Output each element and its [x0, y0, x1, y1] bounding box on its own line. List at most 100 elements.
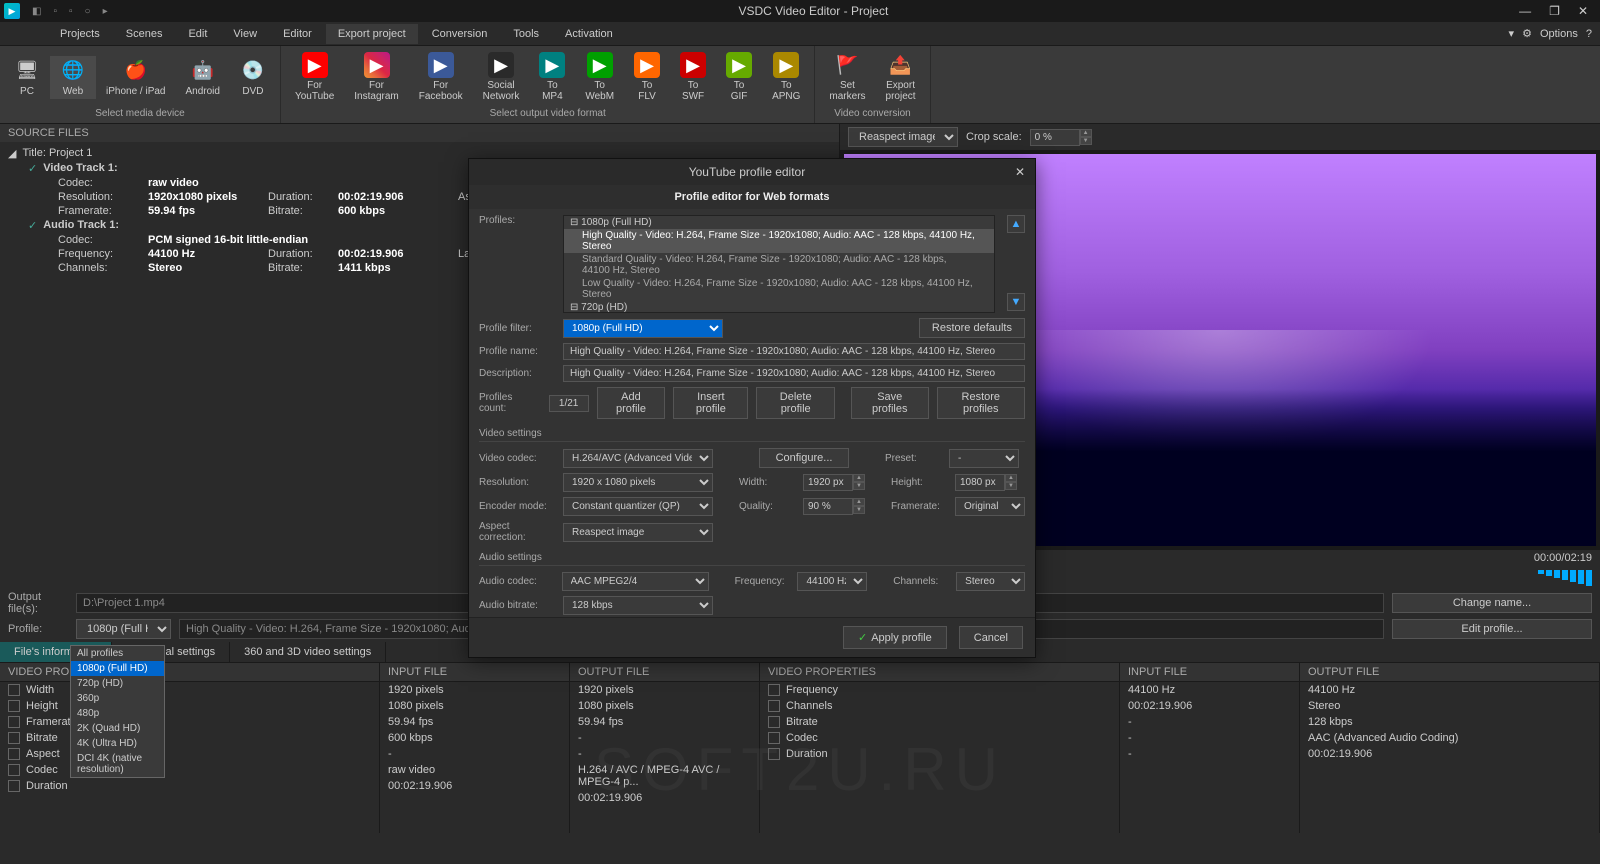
menu-scenes[interactable]: Scenes — [114, 24, 175, 44]
checkbox[interactable] — [8, 764, 20, 776]
format-youtube[interactable]: ▶ForYouTube — [285, 50, 344, 104]
restore-profiles-button[interactable]: Restore profiles — [937, 387, 1025, 419]
qa-save-icon[interactable]: ▫ — [69, 6, 73, 17]
description-input[interactable] — [563, 365, 1025, 382]
profile-item[interactable]: Low Quality - Video: H.264, Frame Size -… — [564, 277, 994, 301]
menu-tools[interactable]: Tools — [501, 24, 551, 44]
aspect-correction-select[interactable]: Reaspect image — [563, 523, 713, 542]
crop-spinner[interactable]: ▲▼ — [1030, 129, 1092, 146]
checkbox[interactable] — [768, 700, 780, 712]
move-down-button[interactable]: ▼ — [1007, 293, 1025, 311]
minimize-button[interactable]: — — [1519, 4, 1531, 18]
dropdown-option[interactable]: 1080p (Full HD) — [71, 661, 164, 676]
edit-profile-button[interactable]: Edit profile... — [1392, 619, 1592, 639]
cancel-button[interactable]: Cancel — [959, 626, 1023, 649]
qa-new-icon[interactable]: ◧ — [32, 6, 41, 17]
profile-item[interactable]: Standard Quality - Video: H.264, Frame S… — [564, 253, 994, 277]
profile-dropdown[interactable]: All profiles1080p (Full HD)720p (HD)360p… — [70, 645, 165, 778]
dropdown-option[interactable]: 360p — [71, 691, 164, 706]
apply-profile-button[interactable]: ✓Apply profile — [843, 626, 947, 649]
format-webm[interactable]: ▶ToWebM — [575, 50, 624, 104]
format-swf[interactable]: ▶ToSWF — [670, 50, 716, 104]
dropdown-option[interactable]: 4K (Ultra HD) — [71, 736, 164, 751]
resolution-select[interactable]: 1920 x 1080 pixels — [563, 473, 713, 492]
profile-group[interactable]: ⊟ 1080p (Full HD) — [564, 216, 994, 229]
profile-name-input[interactable] — [563, 343, 1025, 360]
prop-row: Codec — [760, 730, 1119, 746]
quality-spinner[interactable]: ▲▼ — [803, 498, 865, 515]
checkbox[interactable] — [8, 716, 20, 728]
checkbox[interactable] — [768, 716, 780, 728]
framerate-select[interactable]: Original — [955, 497, 1025, 516]
menu-activation[interactable]: Activation — [553, 24, 625, 44]
audio-codec-select[interactable]: AAC MPEG2/4 — [562, 572, 709, 591]
dialog-close-icon[interactable]: ✕ — [1015, 165, 1025, 179]
checkbox[interactable] — [8, 780, 20, 792]
format-mp4[interactable]: ▶ToMP4 — [529, 50, 575, 104]
frequency-select[interactable]: 44100 Hz — [797, 572, 867, 591]
restore-defaults-button[interactable]: Restore defaults — [919, 318, 1025, 338]
add-profile-button[interactable]: Add profile — [597, 387, 666, 419]
device-iphoneipad[interactable]: 🍎iPhone / iPad — [96, 56, 176, 99]
conv-markers[interactable]: 🚩Setmarkers — [819, 50, 875, 104]
encoder-mode-select[interactable]: Constant quantizer (QP) — [563, 497, 713, 516]
dropdown-arrow-icon[interactable]: ▾ — [1509, 27, 1515, 40]
device-android[interactable]: 🤖Android — [176, 56, 230, 99]
menu-edit[interactable]: Edit — [176, 24, 219, 44]
dropdown-option[interactable]: All profiles — [71, 646, 164, 661]
checkbox[interactable] — [8, 700, 20, 712]
checkbox[interactable] — [768, 732, 780, 744]
format-apng[interactable]: ▶ToAPNG — [762, 50, 810, 104]
format-flv[interactable]: ▶ToFLV — [624, 50, 670, 104]
conv-project[interactable]: 📤Exportproject — [876, 50, 926, 104]
device-web[interactable]: 🌐Web — [50, 56, 96, 99]
aspect-select[interactable]: Reaspect image — [848, 127, 958, 147]
checkbox[interactable] — [8, 684, 20, 696]
profile-select[interactable]: 1080p (Full HD) — [76, 619, 171, 639]
menu-conversion[interactable]: Conversion — [420, 24, 500, 44]
dropdown-option[interactable]: 2K (Quad HD) — [71, 721, 164, 736]
save-profiles-button[interactable]: Save profiles — [851, 387, 929, 419]
maximize-button[interactable]: ❐ — [1549, 4, 1560, 18]
width-spinner[interactable]: ▲▼ — [803, 474, 865, 491]
video-codec-select[interactable]: H.264/AVC (Advanced Video Coding — [563, 449, 713, 468]
channels-select[interactable]: Stereo — [956, 572, 1025, 591]
profile-group[interactable]: ⊟ 720p (HD) — [564, 301, 994, 313]
tab-----and--d-video-settings[interactable]: 360 and 3D video settings — [230, 642, 386, 662]
help-icon[interactable]: ? — [1586, 28, 1592, 40]
delete-profile-button[interactable]: Delete profile — [756, 387, 835, 419]
menu-export-project[interactable]: Export project — [326, 24, 418, 44]
format-gif[interactable]: ▶ToGIF — [716, 50, 762, 104]
checkbox[interactable] — [768, 684, 780, 696]
format-network[interactable]: ▶SocialNetwork — [473, 50, 530, 104]
prop-row: raw video — [380, 762, 569, 778]
configure-button[interactable]: Configure... — [759, 448, 849, 468]
menu-projects[interactable]: Projects — [48, 24, 112, 44]
move-up-button[interactable]: ▲ — [1007, 215, 1025, 233]
menu-view[interactable]: View — [221, 24, 269, 44]
qa-open-icon[interactable]: ▫ — [53, 6, 57, 17]
change-name-button[interactable]: Change name... — [1392, 593, 1592, 613]
audio-bitrate-select[interactable]: 128 kbps — [563, 596, 713, 615]
dropdown-option[interactable]: DCI 4K (native resolution) — [71, 751, 164, 777]
height-spinner[interactable]: ▲▼ — [955, 474, 1017, 491]
menu-editor[interactable]: Editor — [271, 24, 324, 44]
checkbox[interactable] — [8, 748, 20, 760]
format-facebook[interactable]: ▶ForFacebook — [409, 50, 473, 104]
device-dvd[interactable]: 💿DVD — [230, 56, 276, 99]
device-pc[interactable]: 🖥PC — [4, 56, 50, 99]
preset-select[interactable]: - — [949, 449, 1019, 468]
profiles-list[interactable]: ⊟ 1080p (Full HD)High Quality - Video: H… — [563, 215, 995, 313]
close-button[interactable]: ✕ — [1578, 4, 1588, 18]
checkbox[interactable] — [768, 748, 780, 760]
gear-icon[interactable]: ⚙ — [1522, 27, 1532, 40]
profile-filter-select[interactable]: 1080p (Full HD) — [563, 319, 723, 338]
options-label[interactable]: Options — [1540, 28, 1578, 40]
format-instagram[interactable]: ▶ForInstagram — [344, 50, 408, 104]
dropdown-option[interactable]: 480p — [71, 706, 164, 721]
checkbox[interactable] — [8, 732, 20, 744]
dropdown-option[interactable]: 720p (HD) — [71, 676, 164, 691]
insert-profile-button[interactable]: Insert profile — [673, 387, 748, 419]
qa-undo-icon[interactable]: ○ — [85, 6, 91, 17]
profile-item[interactable]: High Quality - Video: H.264, Frame Size … — [564, 229, 994, 253]
